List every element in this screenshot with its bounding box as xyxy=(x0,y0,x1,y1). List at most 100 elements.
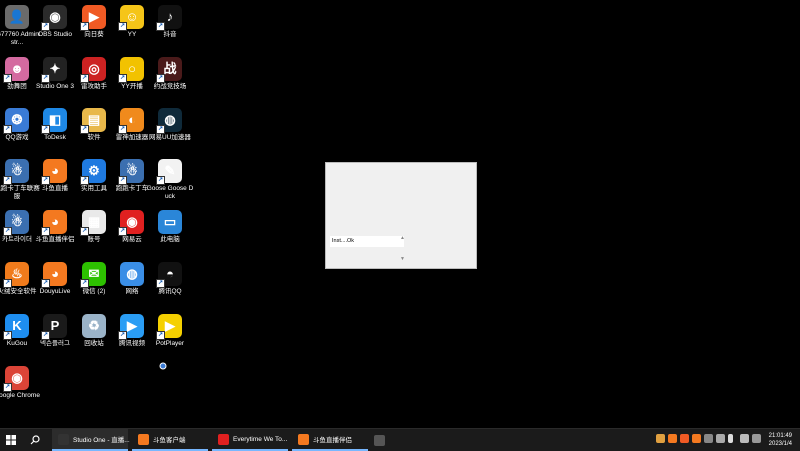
desktop-shortcut[interactable]: ◍ ↗ 网易UU加速器 xyxy=(146,106,194,142)
taskbar-task-button[interactable]: Everytime We To... xyxy=(212,429,288,451)
tray-microphone-icon[interactable] xyxy=(728,434,733,443)
tools-icon: ⚙ ↗ xyxy=(80,159,106,185)
account-file-icon: ▦ ↗ xyxy=(80,210,106,236)
douyu-companion-task-icon xyxy=(298,433,309,445)
shortcut-arrow-icon: ↗ xyxy=(41,22,50,31)
tray-sunflower-icon[interactable] xyxy=(680,434,689,443)
start-button[interactable] xyxy=(6,429,16,451)
shortcut-arrow-icon: ↗ xyxy=(80,279,89,288)
shortcut-arrow-icon: ↗ xyxy=(41,331,50,340)
kart-rider-icon: ☃ ↗ xyxy=(3,159,29,185)
kart-rider-icon-2: ☃ ↗ xyxy=(118,159,144,185)
taskbar-task-label: 斗鱼直播伴侣 xyxy=(313,437,352,444)
sunflower-remote-icon: ▶ ↗ xyxy=(80,5,106,31)
desktop-shortcut[interactable]: ◉↗Google Chrome xyxy=(0,364,41,400)
search-icon xyxy=(30,435,40,445)
search-button[interactable] xyxy=(30,429,40,451)
desktop-shortcut[interactable]: ▭ 此电脑 xyxy=(146,208,194,244)
kugou-icon: K ↗ xyxy=(3,314,29,340)
clock-time: 21:01:49 xyxy=(768,433,792,439)
this-pc-icon: ▭ xyxy=(158,210,182,234)
desktop-shortcut-label: Goose Goose Duck xyxy=(146,185,194,200)
desktop-shortcut-label: 腾讯QQ xyxy=(158,288,182,295)
scroll-down-icon[interactable]: ▼ xyxy=(400,256,405,262)
taskbar-task-button[interactable]: 斗鱼客户端 xyxy=(132,429,208,451)
tray-qq-icon[interactable] xyxy=(656,434,665,443)
tray-douyu-icon[interactable] xyxy=(668,434,677,443)
installer-dialog[interactable]: Inst....Ok ▲ ▼ xyxy=(325,162,477,269)
desktop-shortcut[interactable]: ♪ ↗ 抖音 xyxy=(146,3,194,39)
yy-icon: ☺ ↗ xyxy=(118,5,144,31)
shortcut-arrow-icon: ↗ xyxy=(118,74,127,83)
accelerator-icon: ◐ ↗ xyxy=(118,108,144,134)
obs-studio-icon: ◉ ↗ xyxy=(41,5,67,31)
kartrider-kr-icon: ☃ ↗ xyxy=(3,210,29,236)
qq-game-icon: ❂ ↗ xyxy=(3,108,29,134)
pinned-app-icon xyxy=(374,434,385,446)
shortcut-arrow-icon: ↗ xyxy=(156,176,165,185)
shortcut-arrow-icon: ↗ xyxy=(156,22,165,31)
desktop-shortcut[interactable]: ◓ ↗ 腾讯QQ xyxy=(146,260,194,296)
douyu-icon: ◕ ↗ xyxy=(41,159,67,185)
folder-icon: ▤ ↗ xyxy=(80,108,106,134)
tray-display-icon[interactable] xyxy=(716,434,725,443)
desktop-shortcut[interactable]: 战 ↗ 约战竞技场 xyxy=(146,55,194,91)
pinned-app-button[interactable] xyxy=(374,429,389,451)
tray-ime-icon[interactable] xyxy=(752,434,761,443)
shortcut-arrow-icon: ↗ xyxy=(156,279,165,288)
netease-task-icon xyxy=(218,433,229,445)
shortcut-arrow-icon: ↗ xyxy=(41,227,50,236)
taskbar-task-button[interactable]: Studio One - 直播... xyxy=(52,429,130,451)
desktop-shortcut-label: Google Chrome xyxy=(0,392,40,399)
system-clock[interactable]: 21:01:49 2023/1/4 xyxy=(769,432,792,448)
shortcut-arrow-icon: ↗ xyxy=(156,331,165,340)
shortcut-arrow-icon: ↗ xyxy=(3,176,12,185)
shortcut-arrow-icon: ↗ xyxy=(80,176,89,185)
scroll-up-icon[interactable]: ▲ xyxy=(400,235,405,241)
arena-icon: 战 ↗ xyxy=(156,57,182,83)
uu-accelerator-icon: ◍ ↗ xyxy=(156,108,182,134)
shortcut-arrow-icon: ↗ xyxy=(3,279,12,288)
desktop-shortcut[interactable]: ✎ ↗ Goose Goose Duck xyxy=(146,157,194,201)
recycle-bin-icon: ♻ xyxy=(82,314,106,338)
shortcut-arrow-icon: ↗ xyxy=(80,74,89,83)
mouse-cursor-icon xyxy=(159,362,167,370)
chrome-icon: ◉ ↗ xyxy=(3,366,29,392)
desktop-shortcut-label: 网易UU加速器 xyxy=(149,134,191,141)
shortcut-arrow-icon: ↗ xyxy=(41,74,50,83)
taskbar-task-button[interactable]: 斗鱼直播伴侣 xyxy=(292,429,368,451)
potplayer-icon: ▶ ↗ xyxy=(156,314,182,340)
clock-date: 2023/1/4 xyxy=(768,441,792,447)
tencent-video-icon: ▶ ↗ xyxy=(118,314,144,340)
shortcut-arrow-icon: ↗ xyxy=(118,331,127,340)
dialog-status-field[interactable]: Inst....Ok xyxy=(330,236,404,247)
shortcut-arrow-icon: ↗ xyxy=(80,227,89,236)
windows-logo-icon xyxy=(6,435,16,445)
yy-live-icon: ○ ↗ xyxy=(118,57,144,83)
assistant-icon: ◎ ↗ xyxy=(80,57,106,83)
desktop-shortcut-label: 此电脑 xyxy=(160,236,180,243)
douyu-live-icon: ◕ ↗ xyxy=(41,262,67,288)
taskbar-task-label: 斗鱼客户端 xyxy=(153,437,186,444)
shortcut-arrow-icon: ↗ xyxy=(41,176,50,185)
studio-one-task-icon xyxy=(58,433,69,445)
shortcut-arrow-icon: ↗ xyxy=(3,125,12,134)
taskbar: Studio One - 直播... 斗鱼客户端 Everytime We To..… xyxy=(0,428,800,451)
tray-volume-icon[interactable] xyxy=(740,434,749,443)
desktop-shortcut-label: PotPlayer xyxy=(155,340,185,347)
shortcut-arrow-icon: ↗ xyxy=(3,74,12,83)
desktop-shortcut-label: 约战竞技场 xyxy=(153,83,187,90)
douyu-companion-icon: ◕ ↗ xyxy=(41,210,67,236)
qq-icon: ◓ ↗ xyxy=(156,262,182,288)
todesk-icon: ◧ ↗ xyxy=(41,108,67,134)
shortcut-arrow-icon: ↗ xyxy=(3,383,12,392)
netease-music-icon: ◉ ↗ xyxy=(118,210,144,236)
taskbar-task-label: Everytime We To... xyxy=(233,435,288,443)
desktop-shortcut-label: 抖音 xyxy=(163,31,177,38)
tray-network-icon[interactable] xyxy=(704,434,713,443)
tray-huorong-icon[interactable] xyxy=(692,434,701,443)
shortcut-arrow-icon: ↗ xyxy=(80,22,89,31)
huorong-icon: ♨ ↗ xyxy=(3,262,29,288)
studio-one-icon: ✦ ↗ xyxy=(41,57,67,83)
desktop-shortcut[interactable]: ▶ ↗ PotPlayer xyxy=(146,312,194,348)
